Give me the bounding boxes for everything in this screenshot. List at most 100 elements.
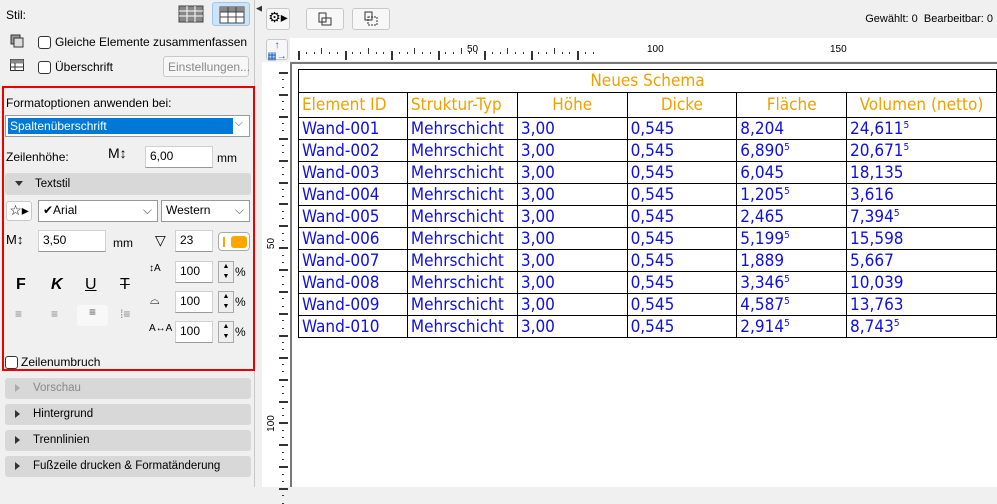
table-cell[interactable]: 5,667 [846,249,997,272]
column-header[interactable]: Fläche [736,92,848,118]
style-grid-dark-button[interactable] [178,5,204,23]
section-fusszeile[interactable]: Fußzeile drucken & Formatänderung [5,456,251,477]
column-header[interactable]: Struktur-Typ [406,92,518,118]
width-factor-stepper[interactable]: ▲ ▼ [218,291,234,313]
column-header[interactable]: Element ID [298,92,408,118]
underline-button[interactable]: U [85,276,97,294]
width-factor-input[interactable]: 100 [175,291,213,313]
table-cell[interactable]: 4,5875 [736,293,848,316]
table-cell[interactable]: Wand-009 [298,293,408,316]
table-cell[interactable]: 10,039 [846,271,997,294]
column-header[interactable]: Dicke [626,92,738,118]
script-select[interactable]: Western ⌵ [161,200,250,222]
table-cell[interactable]: 5,1995 [736,227,848,250]
table-cell[interactable]: 1,2055 [736,183,848,206]
align-center-icon[interactable]: ≡ [51,307,58,321]
pen-input[interactable]: 23 [175,230,213,252]
table-cell[interactable]: 0,545 [626,271,738,294]
table-cell[interactable]: 3,00 [516,227,628,250]
table-cell[interactable]: 18,135 [846,161,997,184]
table-cell[interactable]: 3,00 [516,183,628,206]
select-element-button[interactable] [306,8,344,30]
table-cell[interactable]: 24,6115 [846,117,997,140]
line-spacing-input[interactable]: 100 [175,261,213,283]
table-cell[interactable]: Wand-001 [298,117,408,140]
table-cell[interactable]: Mehrschicht [406,205,518,228]
table-cell[interactable]: Mehrschicht [406,117,518,140]
table-cell[interactable]: Wand-006 [298,227,408,250]
table-cell[interactable]: 6,045 [736,161,848,184]
table-cell[interactable]: Wand-005 [298,205,408,228]
table-cell[interactable]: Mehrschicht [406,271,518,294]
table-cell[interactable]: 3,00 [516,117,628,140]
textstil-section[interactable]: Textstil [5,173,251,195]
table-cell[interactable]: Wand-007 [298,249,408,272]
column-header[interactable]: Höhe [516,92,628,118]
section-vorschau[interactable]: Vorschau [5,378,251,399]
table-cell[interactable]: Mehrschicht [406,315,518,338]
align-right-button[interactable]: ≡ [77,305,108,326]
table-cell[interactable]: Wand-008 [298,271,408,294]
table-cell[interactable]: 7,3945 [846,205,997,228]
table-cell[interactable]: 2,9145 [736,315,848,338]
table-cell[interactable]: 3,3465 [736,271,848,294]
align-left-icon[interactable]: ≡ [15,307,22,321]
ueberschrift-checkbox[interactable] [38,60,51,75]
table-cell[interactable]: Mehrschicht [406,161,518,184]
section-trennlinien[interactable]: Trennlinien [5,430,251,451]
table-cell[interactable]: 3,00 [516,249,628,272]
table-cell[interactable]: Mehrschicht [406,249,518,272]
zeilenhoehe-input[interactable]: 6,00 [145,146,213,168]
zeilenumbruch-checkbox[interactable] [5,355,18,370]
table-cell[interactable]: 6,8905 [736,139,848,162]
bold-button[interactable]: F [16,276,26,294]
table-cell[interactable]: 8,7435 [846,315,997,338]
select-all-button[interactable] [352,8,390,30]
favorites-button[interactable]: ☆▸ [6,201,32,221]
align-justify-icon[interactable]: ⁞≡ [120,307,130,321]
table-cell[interactable]: Wand-003 [298,161,408,184]
table-cell[interactable]: 3,00 [516,271,628,294]
schedule-title[interactable]: Neues Schema [298,69,997,93]
table-cell[interactable]: 3,616 [846,183,997,206]
table-cell[interactable]: 13,763 [846,293,997,316]
italic-button[interactable]: K [51,276,63,294]
gleiche-elemente-checkbox[interactable] [38,35,51,50]
table-cell[interactable]: 0,545 [626,315,738,338]
table-cell[interactable]: 3,00 [516,139,628,162]
table-cell[interactable]: 3,00 [516,161,628,184]
char-spacing-input[interactable]: 100 [175,321,213,343]
einstellungen-button[interactable]: Einstellungen... [163,56,250,77]
strikethrough-button[interactable]: T [120,276,130,294]
section-hintergrund[interactable]: Hintergrund [5,404,251,425]
format-target-select[interactable]: Spaltenüberschrift ⌵ [5,115,250,137]
table-cell[interactable]: 0,545 [626,249,738,272]
table-cell[interactable]: 1,889 [736,249,848,272]
table-cell[interactable]: Wand-002 [298,139,408,162]
table-orientation-button[interactable]: ↑ ▦→ [266,39,288,62]
font-select[interactable]: ✔Arial ⌵ [38,200,158,222]
style-grid-light-button[interactable] [212,2,250,26]
table-cell[interactable]: Mehrschicht [406,293,518,316]
table-cell[interactable]: 8,204 [736,117,848,140]
table-cell[interactable]: 0,545 [626,183,738,206]
text-size-input[interactable]: 3,50 [38,230,106,252]
table-cell[interactable]: 0,545 [626,293,738,316]
table-cell[interactable]: 3,00 [516,315,628,338]
pen-color-button[interactable] [218,232,250,251]
settings-menu-button[interactable]: ⚙▸ [266,8,290,30]
table-cell[interactable]: 20,6715 [846,139,997,162]
table-cell[interactable]: Mehrschicht [406,139,518,162]
table-cell[interactable]: 2,465 [736,205,848,228]
table-cell[interactable]: 3,00 [516,293,628,316]
table-cell[interactable]: 0,545 [626,205,738,228]
table-cell[interactable]: Mehrschicht [406,227,518,250]
char-spacing-stepper[interactable]: ▲ ▼ [218,321,234,343]
table-cell[interactable]: Mehrschicht [406,183,518,206]
table-cell[interactable]: 0,545 [626,117,738,140]
line-spacing-stepper[interactable]: ▲ ▼ [218,261,234,283]
table-cell[interactable]: 0,545 [626,161,738,184]
table-cell[interactable]: 0,545 [626,227,738,250]
table-cell[interactable]: Wand-010 [298,315,408,338]
table-cell[interactable]: 15,598 [846,227,997,250]
